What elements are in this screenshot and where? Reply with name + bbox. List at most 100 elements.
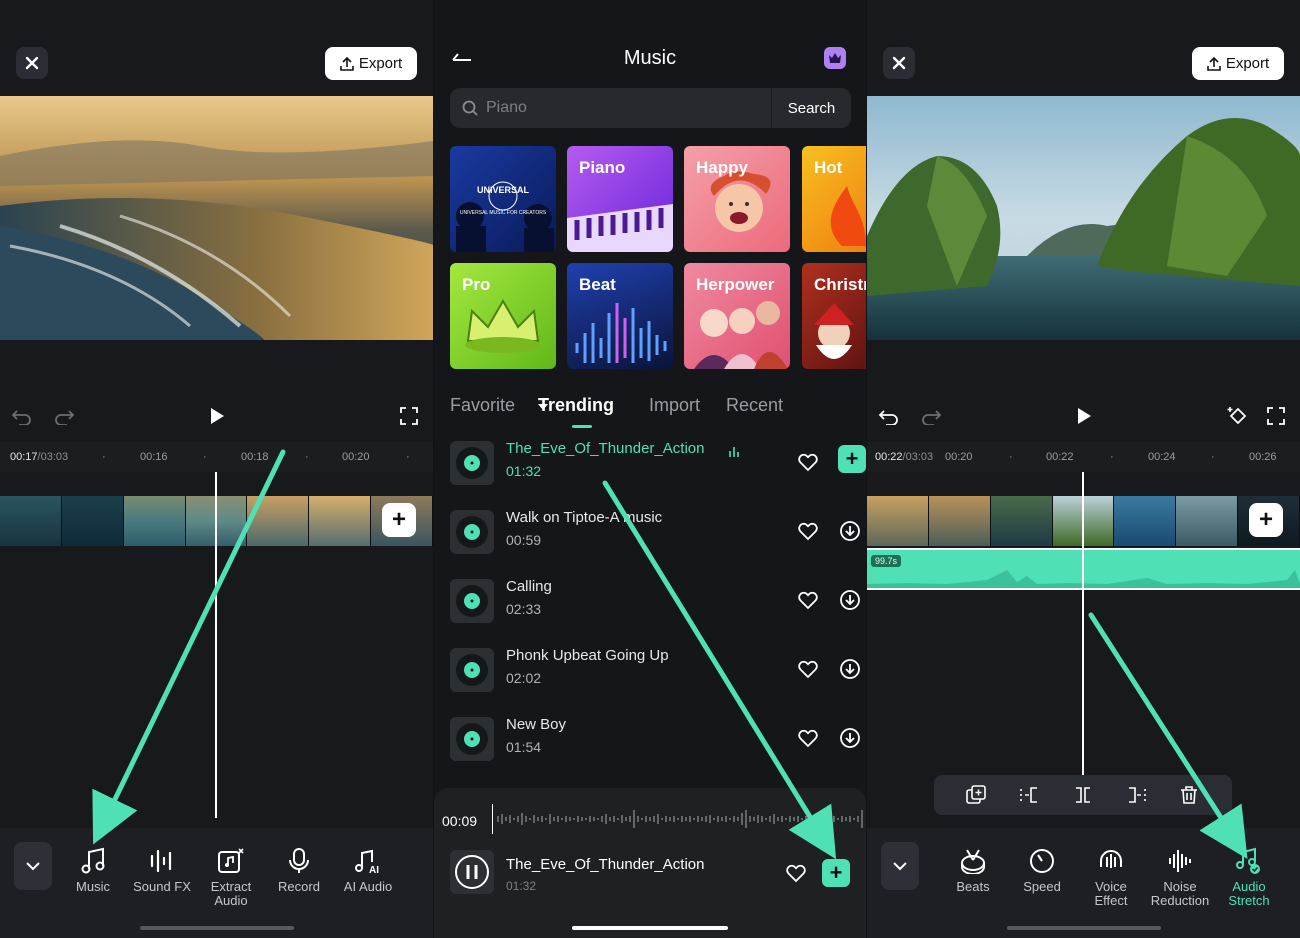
- tool-voice-effect[interactable]: Voice Effect: [1077, 846, 1145, 908]
- tab-import[interactable]: Import: [649, 395, 700, 416]
- redo-button[interactable]: [919, 404, 943, 428]
- search-button[interactable]: Search: [771, 88, 851, 128]
- undo-button[interactable]: [877, 404, 901, 428]
- category-pro[interactable]: Pro: [450, 263, 556, 369]
- ruler-tick: 00:24: [1148, 451, 1176, 463]
- category-beat[interactable]: Beat: [567, 263, 673, 369]
- fullscreen-button[interactable]: [397, 404, 421, 428]
- add-clip-button[interactable]: +: [382, 503, 416, 537]
- tool-music[interactable]: Music: [59, 846, 127, 894]
- video-preview[interactable]: [0, 96, 433, 341]
- video-preview[interactable]: [867, 96, 1300, 340]
- song-item[interactable]: Calling 02:33: [450, 578, 860, 629]
- category-happy[interactable]: Happy: [684, 146, 790, 252]
- favorite-heart-icon[interactable]: [796, 450, 820, 474]
- play-button[interactable]: [205, 404, 229, 428]
- favorite-heart-icon[interactable]: [796, 726, 820, 750]
- tool-speed[interactable]: Speed: [1008, 846, 1076, 894]
- vinyl-icon: [450, 648, 494, 692]
- speed-icon: [1030, 849, 1054, 873]
- fullscreen-icon: [400, 407, 418, 425]
- download-icon[interactable]: [838, 657, 862, 681]
- tool-ai-audio[interactable]: AI AI Audio: [334, 846, 402, 894]
- timeline-ruler[interactable]: 00:22/03:03 00:20 · 00:22 · 00:24 · 00:2…: [867, 442, 1300, 472]
- song-item[interactable]: Walk on Tiptoe-A music 00:59: [450, 509, 860, 560]
- redo-button[interactable]: [52, 404, 76, 428]
- favorite-heart-icon[interactable]: [796, 657, 820, 681]
- current-time: 00:22/03:03: [875, 451, 934, 463]
- category-herpower[interactable]: Herpower: [684, 263, 790, 369]
- noise-reduction-icon: [1169, 850, 1191, 872]
- export-label: Export: [1225, 55, 1270, 72]
- collapse-button[interactable]: [881, 842, 919, 890]
- premium-button[interactable]: [824, 47, 846, 69]
- music-panel: Music Piano Search UNIVERSAL UNIVERSAL M…: [434, 0, 866, 938]
- tool-noise-reduction[interactable]: Noise Reduction: [1146, 846, 1214, 908]
- export-button[interactable]: Export: [1192, 47, 1284, 80]
- search-bar: Piano Search: [450, 88, 851, 128]
- waveform[interactable]: [492, 804, 864, 834]
- fullscreen-button[interactable]: [1264, 404, 1288, 428]
- add-to-project-button[interactable]: +: [822, 859, 850, 887]
- add-song-button[interactable]: +: [838, 445, 866, 473]
- category-christmas[interactable]: Christr: [802, 263, 866, 369]
- tab-trending[interactable]: Trending: [538, 395, 614, 416]
- current-time: 00:17/03:03: [10, 451, 69, 463]
- tab-favorite[interactable]: Favorite: [450, 395, 515, 416]
- music-player: 00:09 The_Eve_Of_Thunder_Action 01:32 +: [434, 788, 866, 938]
- svg-text:UNIVERSAL: UNIVERSAL: [477, 185, 530, 195]
- keyframe-button[interactable]: [1226, 404, 1250, 428]
- tool-beats[interactable]: Beats: [939, 846, 1007, 894]
- home-indicator: [1007, 926, 1161, 930]
- tool-extract-audio[interactable]: Extract Audio: [197, 846, 265, 908]
- chevron-down-icon: [26, 862, 40, 871]
- pause-icon: [455, 855, 489, 889]
- search-icon: [462, 100, 478, 116]
- playhead[interactable]: [1082, 472, 1084, 775]
- tool-audio-stretch[interactable]: Audio Stretch: [1215, 846, 1283, 908]
- add-clip-button[interactable]: +: [1249, 503, 1283, 537]
- song-item[interactable]: Phonk Upbeat Going Up 02:02: [450, 647, 860, 698]
- playback-controls: [867, 400, 1300, 432]
- beach-sunset-image: [0, 96, 433, 341]
- favorite-heart-icon[interactable]: [796, 519, 820, 543]
- home-indicator: [140, 926, 294, 930]
- download-icon[interactable]: [838, 588, 862, 612]
- split-icon[interactable]: [1072, 785, 1094, 805]
- ai-audio-icon: AI: [355, 849, 379, 874]
- download-icon[interactable]: [838, 519, 862, 543]
- download-icon[interactable]: [838, 726, 862, 750]
- collapse-button[interactable]: [14, 842, 52, 890]
- duplicate-icon[interactable]: [966, 785, 988, 805]
- ruler-tick: 00:18: [241, 451, 269, 463]
- tool-record[interactable]: Record: [265, 846, 333, 894]
- timeline-ruler[interactable]: 00:17/03:03 · 00:16 · 00:18 · 00:20 ·: [0, 442, 433, 472]
- favorite-heart-icon[interactable]: [784, 861, 808, 885]
- pause-button[interactable]: [450, 850, 494, 894]
- trim-end-icon[interactable]: [1125, 785, 1147, 805]
- undo-button[interactable]: [10, 404, 34, 428]
- song-item[interactable]: The_Eve_Of_Thunder_Action 01:32 +: [450, 440, 866, 491]
- tool-sound-fx[interactable]: Sound FX: [128, 846, 196, 894]
- chevron-down-icon: [893, 862, 907, 871]
- trim-start-icon[interactable]: [1019, 785, 1041, 805]
- song-item[interactable]: New Boy 01:54: [450, 716, 860, 767]
- extract-audio-icon: [218, 848, 244, 873]
- playhead[interactable]: [215, 472, 217, 818]
- category-hot[interactable]: Hot: [802, 146, 866, 252]
- voice-effect-icon: [1100, 850, 1122, 868]
- vinyl-icon: [450, 579, 494, 623]
- category-piano[interactable]: Piano: [567, 146, 673, 252]
- tab-recent[interactable]: Recent: [726, 395, 783, 416]
- close-button[interactable]: [883, 47, 915, 79]
- category-universal[interactable]: UNIVERSAL UNIVERSAL MUSIC FOR CREATORS: [450, 146, 556, 252]
- search-input[interactable]: Piano: [486, 99, 771, 117]
- delete-icon[interactable]: [1178, 785, 1200, 805]
- export-button[interactable]: Export: [325, 47, 417, 80]
- editor-panel-left: Export 00:17/03:03 · 00:16 · 00:18 · 00:…: [0, 0, 433, 938]
- vinyl-icon: [450, 717, 494, 761]
- play-button[interactable]: [1072, 404, 1096, 428]
- favorite-heart-icon[interactable]: [796, 588, 820, 612]
- audio-tool-bar: Beats Speed Voice Effect Noise Reduction…: [867, 828, 1300, 938]
- close-button[interactable]: [16, 47, 48, 79]
